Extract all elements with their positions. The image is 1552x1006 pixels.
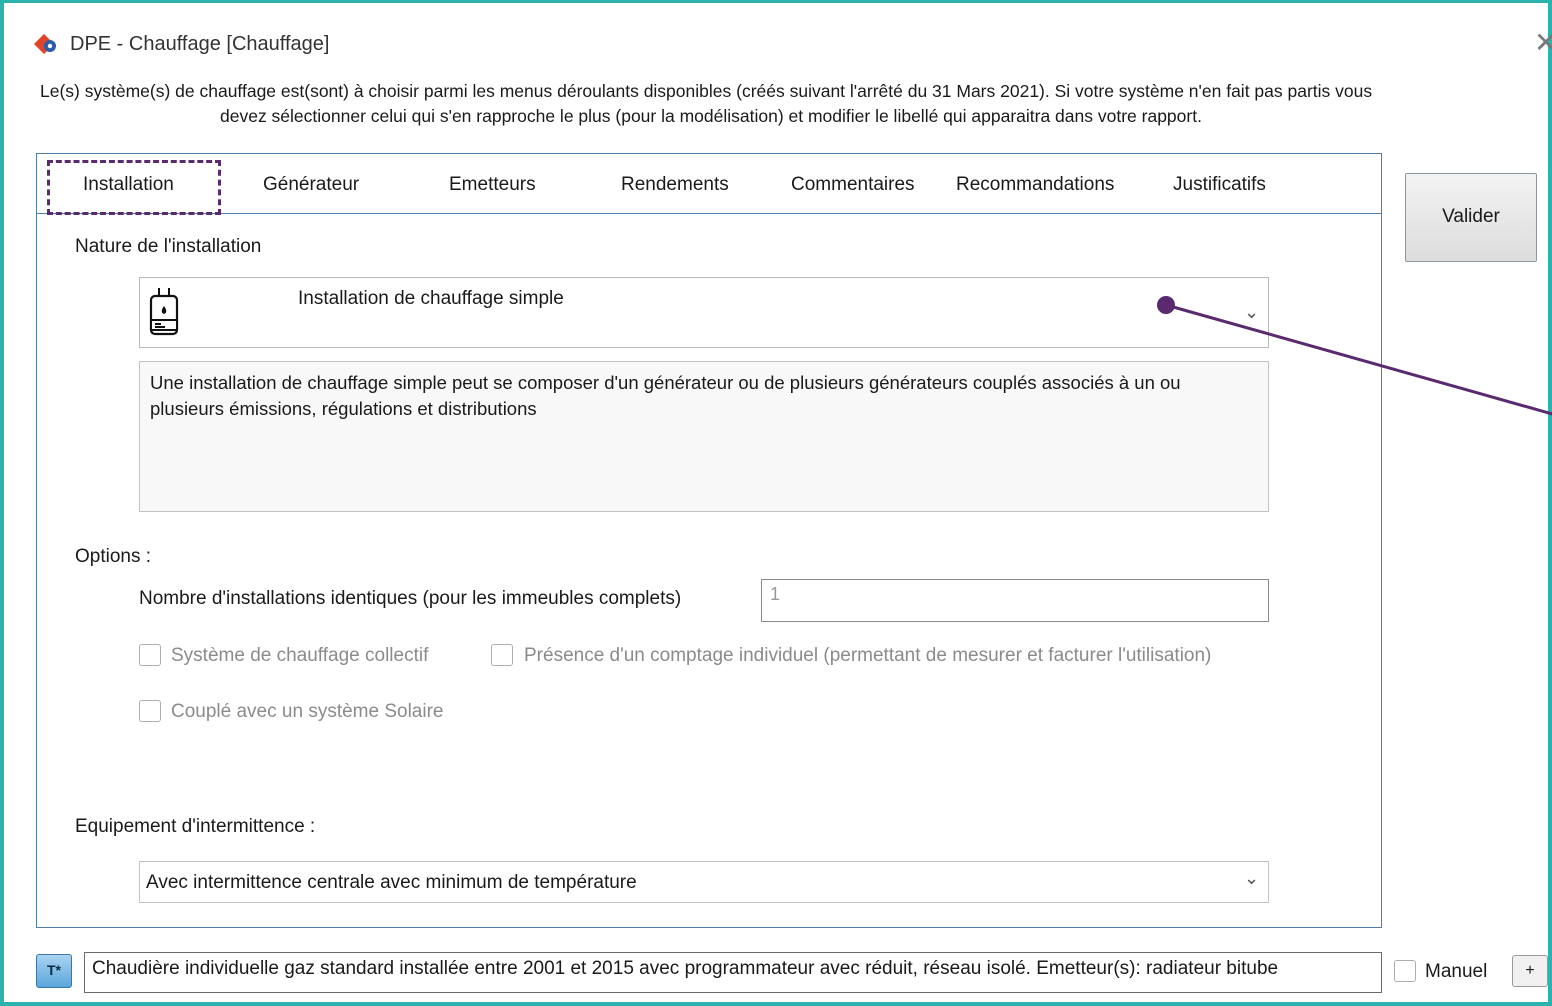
solaire-label: Couplé avec un système Solaire (171, 701, 444, 722)
info-line-1: Le(s) système(s) de chauffage est(sont) … (40, 81, 1373, 101)
tab-recommandations[interactable]: Recommandations (956, 174, 1114, 196)
libelle-input[interactable]: Chaudière individuelle gaz standard inst… (84, 952, 1382, 993)
dialog-window: DPE - Chauffage [Chauffage] ✕ Le(s) syst… (0, 0, 1552, 1006)
info-text: Le(s) système(s) de chauffage est(sont) … (40, 79, 1552, 129)
app-logo-icon (34, 34, 56, 54)
intermittence-select[interactable]: Avec intermittence centrale avec minimum… (139, 861, 1269, 903)
solaire-checkbox[interactable] (139, 700, 161, 722)
manuel-label: Manuel (1425, 961, 1488, 982)
plus-button[interactable]: + (1512, 955, 1548, 987)
boiler-icon (149, 288, 179, 336)
nature-select-value: Installation de chauffage simple (298, 288, 564, 309)
tab-generateur[interactable]: Générateur (263, 174, 359, 196)
info-line-2: devez sélectionner celui qui s'en rappro… (220, 106, 1202, 126)
intermittence-label: Equipement d'intermittence : (75, 816, 316, 837)
comptage-label: Présence d'un comptage individuel (perme… (524, 645, 1212, 666)
tab-emetteurs[interactable]: Emetteurs (449, 174, 536, 196)
close-icon[interactable]: ✕ (1534, 27, 1552, 59)
chevron-down-icon[interactable]: ⌄ (1244, 302, 1259, 323)
valider-button[interactable]: Valider (1405, 173, 1537, 262)
tab-bar: Installation Générateur Emetteurs Rendem… (37, 154, 1381, 215)
text-template-button[interactable]: T* (36, 954, 72, 988)
tab-justificatifs[interactable]: Justificatifs (1173, 174, 1266, 196)
nature-description: Une installation de chauffage simple peu… (139, 361, 1269, 512)
options-label: Options : (75, 546, 152, 567)
window-title: DPE - Chauffage [Chauffage] (70, 33, 330, 55)
collectif-label: Système de chauffage collectif (171, 645, 429, 666)
comptage-checkbox[interactable] (491, 644, 513, 666)
count-input[interactable]: 1 (761, 579, 1269, 622)
tab-rendements[interactable]: Rendements (621, 174, 729, 196)
tab-commentaires[interactable]: Commentaires (791, 174, 915, 196)
count-label: Nombre d'installations identiques (pour … (139, 588, 682, 609)
collectif-checkbox[interactable] (139, 644, 161, 666)
nature-label: Nature de l'installation (75, 236, 262, 257)
tab-installation[interactable]: Installation (83, 174, 174, 196)
manuel-checkbox[interactable] (1394, 960, 1416, 982)
tab-panel: Installation Générateur Emetteurs Rendem… (36, 153, 1382, 928)
nature-select[interactable]: Installation de chauffage simple ⌄ (139, 277, 1269, 348)
intermittence-select-value: Avec intermittence centrale avec minimum… (146, 872, 637, 893)
title-bar: DPE - Chauffage [Chauffage] ✕ (8, 7, 1552, 71)
chevron-down-icon[interactable]: ⌄ (1244, 868, 1259, 889)
